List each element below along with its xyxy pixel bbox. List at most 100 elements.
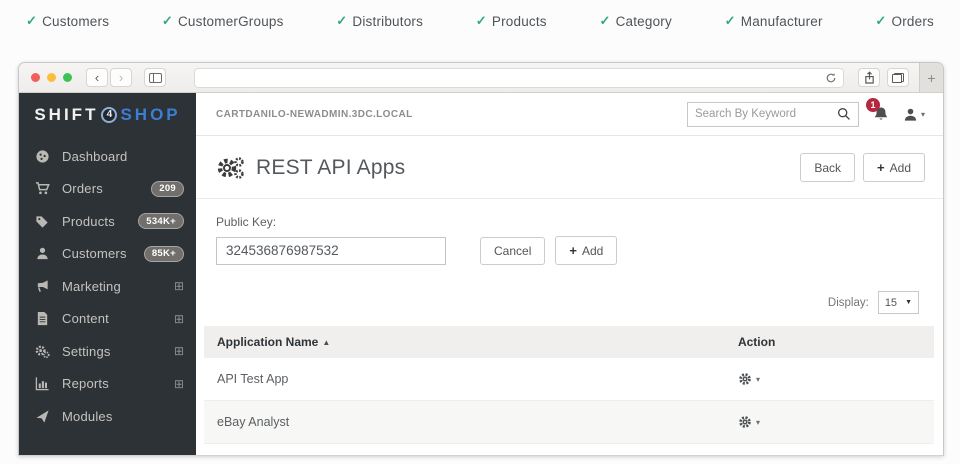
sidebar-item-modules[interactable]: Modules xyxy=(19,400,196,433)
service-distributors: ✓ Distributors xyxy=(336,13,423,29)
sidebar-item-reports[interactable]: Reports ⊞ xyxy=(19,368,196,401)
share-icon xyxy=(864,71,875,84)
form-add-button[interactable]: + Add xyxy=(555,236,617,265)
column-header-action: Action xyxy=(738,335,921,349)
sidebar-nav-list: Dashboard Orders 209 Products xyxy=(19,136,196,433)
sort-asc-icon: ▲ xyxy=(322,338,330,347)
sidebar-item-label: Modules xyxy=(62,409,113,424)
user-menu-button[interactable]: ▾ xyxy=(903,107,925,122)
api-apps-table: Application Name ▲ Action API Test App xyxy=(204,326,934,455)
public-key-row: Cancel + Add xyxy=(216,236,923,265)
rest-api-gears-icon xyxy=(216,155,246,181)
shift4shop-logo[interactable]: SHIFT 4 SHOP xyxy=(19,93,196,136)
row-action-menu-button[interactable]: ▾ xyxy=(738,415,921,429)
service-category: ✓ Category xyxy=(599,13,671,29)
sidebar-item-label: Orders xyxy=(62,181,103,196)
browser-forward-button[interactable]: › xyxy=(110,68,132,87)
check-icon: ✓ xyxy=(336,13,347,29)
logo-text-shop: SHOP xyxy=(120,105,180,125)
chevron-down-icon: ▾ xyxy=(756,375,760,384)
service-label: Distributors xyxy=(352,14,423,29)
service-label: Products xyxy=(492,14,547,29)
screen: ✓ Customers ✓ CustomerGroups ✓ Distribut… xyxy=(0,0,960,464)
display-count-value: 15 xyxy=(885,297,897,309)
admin-top-header: CARTDANILO-NEWADMIN.3DC.LOCAL 1 xyxy=(196,93,943,136)
plus-icon: + xyxy=(927,70,935,86)
expand-icon[interactable]: ⊞ xyxy=(174,313,184,325)
browser-new-tab-button[interactable]: + xyxy=(919,63,943,92)
service-label: CustomerGroups xyxy=(178,14,284,29)
gear-icon xyxy=(738,372,752,386)
app-name-cell: eBay Analyst xyxy=(217,415,738,429)
check-icon: ✓ xyxy=(162,13,173,29)
service-products: ✓ Products xyxy=(476,13,547,29)
document-icon xyxy=(34,311,51,326)
header-actions: 1 ▾ xyxy=(687,102,925,127)
sidebar-item-label: Customers xyxy=(62,246,127,261)
back-button[interactable]: Back xyxy=(800,153,855,182)
page-title-row: REST API Apps Back + Add xyxy=(196,136,943,199)
zoom-window-button[interactable] xyxy=(63,73,72,82)
row-action-menu-button[interactable]: ▾ xyxy=(738,372,921,386)
browser-address-bar[interactable] xyxy=(194,68,844,88)
chevron-down-icon: ▾ xyxy=(921,110,925,119)
browser-share-button[interactable] xyxy=(858,68,880,87)
browser-window: ‹ › xyxy=(18,62,944,456)
bar-chart-icon xyxy=(34,376,51,391)
sidebar-item-settings[interactable]: Settings ⊞ xyxy=(19,335,196,368)
orders-count-badge: 209 xyxy=(151,181,184,197)
check-icon: ✓ xyxy=(875,13,886,29)
chevron-down-icon: ▾ xyxy=(756,418,760,427)
column-label: Application Name xyxy=(217,335,318,349)
service-customers: ✓ Customers xyxy=(26,13,109,29)
notification-count-badge: 1 xyxy=(866,98,880,112)
plus-icon: + xyxy=(877,160,885,175)
expand-icon[interactable]: ⊞ xyxy=(174,280,184,292)
search-input[interactable] xyxy=(695,108,837,120)
app-name-cell: API Test App xyxy=(217,372,738,386)
browser-back-button[interactable]: ‹ xyxy=(86,68,108,87)
display-count-select[interactable]: 15 ▼ xyxy=(878,291,919,314)
reload-icon[interactable] xyxy=(825,72,837,84)
cancel-button[interactable]: Cancel xyxy=(480,237,545,265)
expand-icon[interactable]: ⊞ xyxy=(174,345,184,357)
check-icon: ✓ xyxy=(725,13,736,29)
check-icon: ✓ xyxy=(599,13,610,29)
browser-sidebar-toggle-button[interactable] xyxy=(144,68,166,87)
sidebar-item-label: Settings xyxy=(62,344,111,359)
service-label: Manufacturer xyxy=(741,14,823,29)
notifications-button[interactable]: 1 xyxy=(873,106,889,123)
megaphone-icon xyxy=(34,279,51,294)
add-button[interactable]: + Add xyxy=(863,153,925,182)
column-header-application-name[interactable]: Application Name ▲ xyxy=(217,335,738,349)
title-actions: Back + Add xyxy=(800,153,925,182)
sidebar-item-orders[interactable]: Orders 209 xyxy=(19,173,196,206)
service-label: Category xyxy=(616,14,672,29)
keyword-search-box[interactable] xyxy=(687,102,859,127)
sidebar-item-label: Marketing xyxy=(62,279,121,294)
tabs-overview-icon xyxy=(892,73,904,83)
logo-4-badge: 4 xyxy=(101,107,117,123)
breadcrumb: CARTDANILO-NEWADMIN.3DC.LOCAL xyxy=(216,109,413,120)
sidebar-item-customers[interactable]: Customers 85K+ xyxy=(19,238,196,271)
service-customergroups: ✓ CustomerGroups xyxy=(162,13,284,29)
sidebar-item-marketing[interactable]: Marketing ⊞ xyxy=(19,270,196,303)
display-label: Display: xyxy=(828,297,869,309)
sidebar-item-content[interactable]: Content ⊞ xyxy=(19,303,196,336)
browser-toolbar: ‹ › xyxy=(19,63,943,93)
expand-icon[interactable]: ⊞ xyxy=(174,378,184,390)
public-key-input[interactable] xyxy=(216,237,446,265)
customers-count-badge: 85K+ xyxy=(144,246,184,262)
cart-icon xyxy=(34,181,51,196)
search-icon[interactable] xyxy=(837,107,851,121)
sidebar-toggle-icon xyxy=(149,73,162,83)
table-header: Application Name ▲ Action xyxy=(204,326,934,358)
sidebar-item-dashboard[interactable]: Dashboard xyxy=(19,140,196,173)
close-window-button[interactable] xyxy=(31,73,40,82)
browser-toolbar-right xyxy=(858,68,909,87)
logo-text-shift: SHIFT xyxy=(34,105,98,125)
service-label: Customers xyxy=(42,14,109,29)
sidebar-item-products[interactable]: Products 534K+ xyxy=(19,205,196,238)
minimize-window-button[interactable] xyxy=(47,73,56,82)
browser-tabs-button[interactable] xyxy=(887,68,909,87)
